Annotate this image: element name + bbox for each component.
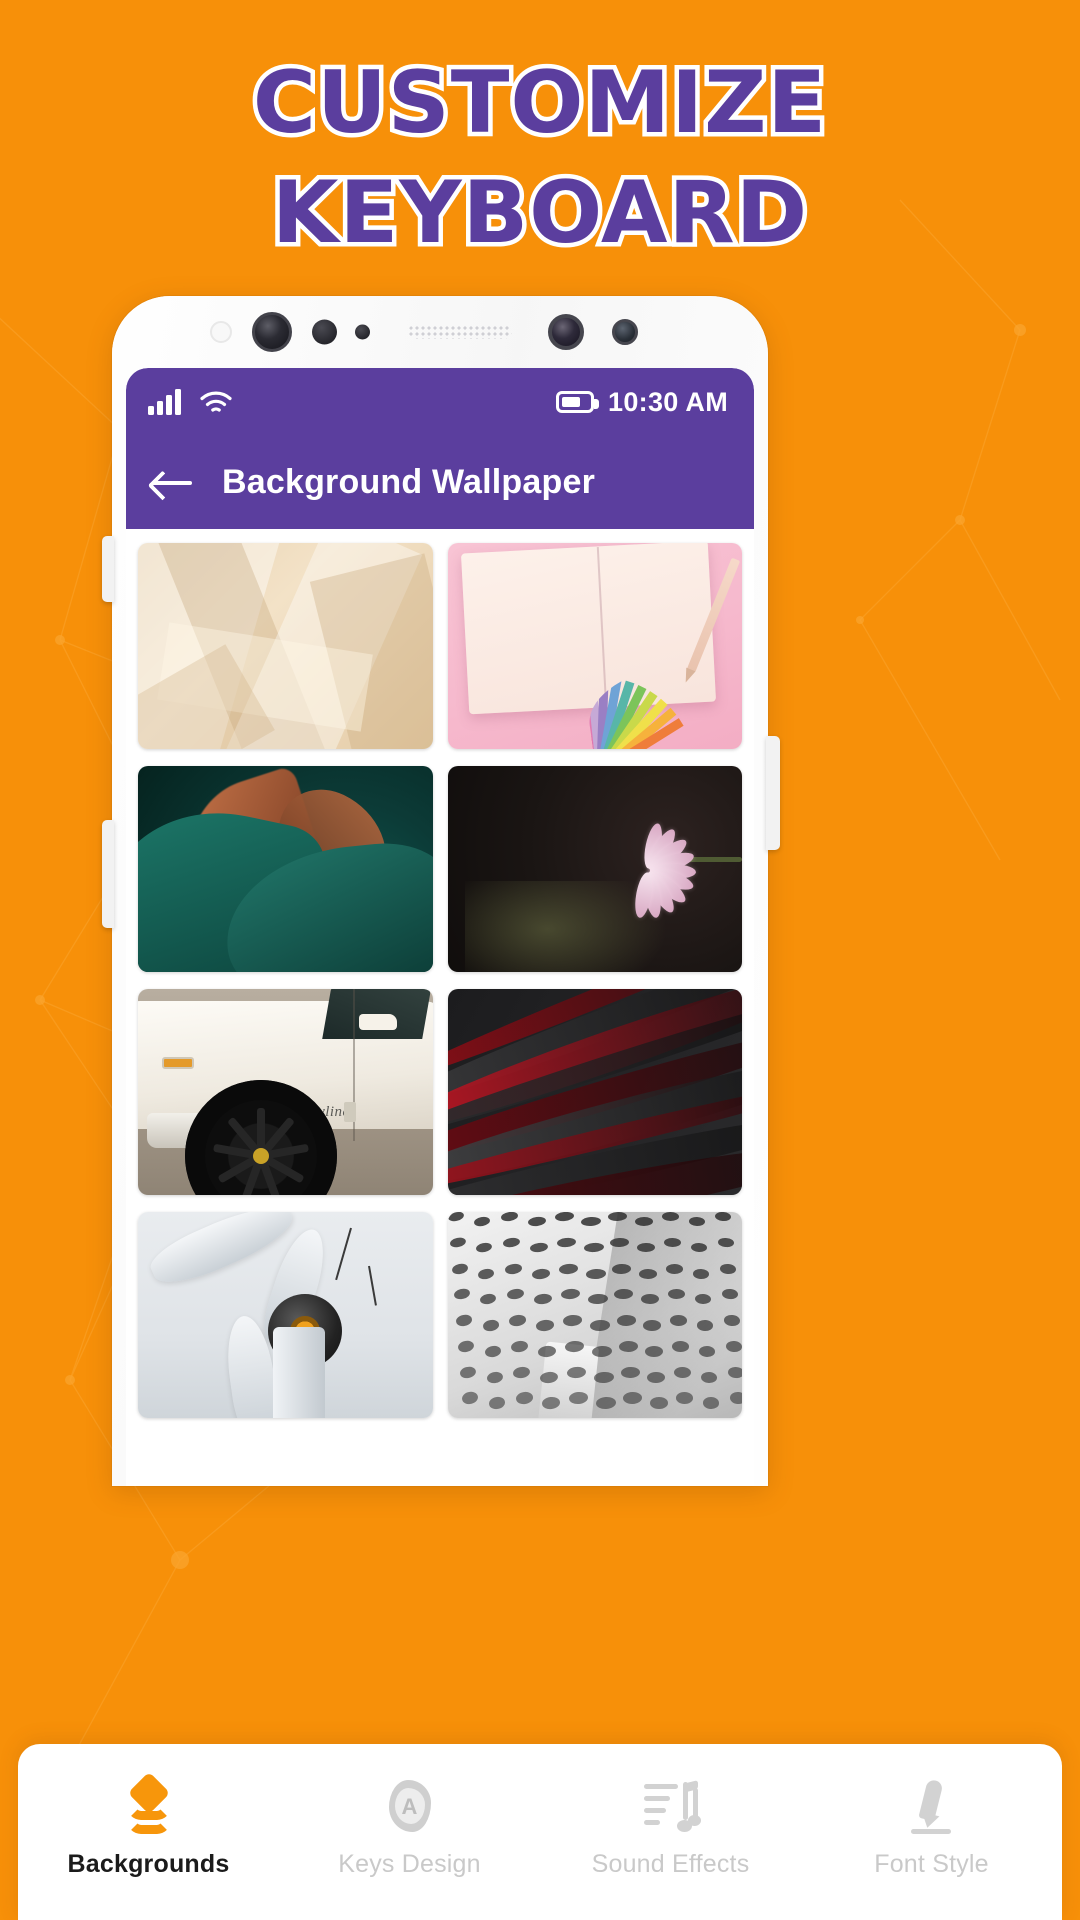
nav-item-font-style[interactable]: Font Style bbox=[801, 1778, 1062, 1879]
pink-notebook-art bbox=[447, 543, 742, 749]
beige-folded-paper-art bbox=[138, 543, 433, 749]
phone-mockup: 10:30 AM Background Wallpaper Skyline bbox=[102, 296, 780, 1486]
sensor-dot-small-icon bbox=[355, 324, 370, 340]
battery-icon bbox=[556, 391, 600, 413]
front-camera-icon bbox=[252, 312, 292, 352]
pen-nib-icon bbox=[903, 1778, 961, 1836]
nav-item-sound-effects[interactable]: Sound Effects bbox=[540, 1778, 801, 1879]
nav-label-font-style: Font Style bbox=[874, 1850, 989, 1878]
key-letter-a-icon: A bbox=[381, 1778, 439, 1836]
nav-label-keys-design: Keys Design bbox=[338, 1850, 481, 1878]
wallpaper-thumb-pink-notebook[interactable] bbox=[447, 543, 742, 749]
wallpaper-thumb-green-orange-silk[interactable] bbox=[138, 766, 433, 972]
green-orange-silk-art bbox=[138, 766, 433, 972]
nav-label-sound-effects: Sound Effects bbox=[591, 1850, 750, 1878]
status-bar: 10:30 AM bbox=[126, 368, 754, 436]
phone-top-bezel bbox=[112, 296, 768, 368]
nav-label-backgrounds: Backgrounds bbox=[67, 1850, 230, 1878]
wallpaper-thumb-white-skyline-car[interactable]: Skyline bbox=[138, 989, 433, 1195]
signal-bars-icon bbox=[148, 389, 181, 415]
wind-turbine-art bbox=[138, 1212, 433, 1418]
status-bar-time: 10:30 AM bbox=[608, 386, 728, 417]
phone-volume-down-button[interactable] bbox=[102, 820, 114, 928]
headline-line-2: KEYBOARD bbox=[267, 159, 811, 268]
layers-icon bbox=[120, 1771, 178, 1836]
phone-screen: 10:30 AM Background Wallpaper Skyline bbox=[126, 368, 754, 1486]
earpiece-speaker-grille bbox=[408, 325, 512, 339]
pink-lily-dark-art bbox=[447, 766, 742, 972]
wallpaper-thumb-red-dark-waves[interactable] bbox=[447, 989, 742, 1195]
wallpaper-thumb-pink-lily-dark[interactable] bbox=[447, 766, 742, 972]
lattice-facade-art bbox=[447, 1212, 742, 1418]
red-dark-waves-art bbox=[447, 989, 742, 1195]
wallpaper-grid: Skyline bbox=[126, 529, 754, 1418]
phone-power-button[interactable] bbox=[766, 736, 780, 850]
phone-volume-up-button[interactable] bbox=[102, 536, 114, 602]
nav-item-keys-design[interactable]: A Keys Design bbox=[279, 1778, 540, 1879]
bottom-navigation-bar: Backgrounds A Keys Design Sound Effects … bbox=[18, 1744, 1062, 1920]
wifi-icon bbox=[199, 391, 232, 412]
wallpaper-thumb-wind-turbine[interactable] bbox=[138, 1212, 433, 1418]
promo-headline: CUSTOMIZE KEYBOARD bbox=[0, 48, 1080, 268]
tertiary-camera-icon bbox=[612, 319, 638, 345]
proximity-sensor-icon bbox=[210, 321, 232, 343]
nav-item-backgrounds[interactable]: Backgrounds bbox=[18, 1771, 279, 1879]
wallpaper-thumb-lattice-facade[interactable] bbox=[447, 1212, 742, 1418]
app-bar: Background Wallpaper bbox=[126, 436, 754, 529]
sensor-dot-icon bbox=[312, 319, 337, 345]
white-skyline-car-art: Skyline bbox=[138, 989, 433, 1195]
music-note-icon bbox=[642, 1778, 701, 1836]
headline-line-1: CUSTOMIZE bbox=[248, 49, 830, 158]
secondary-camera-icon bbox=[548, 314, 584, 350]
wallpaper-thumb-beige-folded-paper[interactable] bbox=[138, 543, 433, 749]
back-arrow-icon[interactable] bbox=[152, 468, 192, 498]
page-title: Background Wallpaper bbox=[222, 463, 596, 501]
